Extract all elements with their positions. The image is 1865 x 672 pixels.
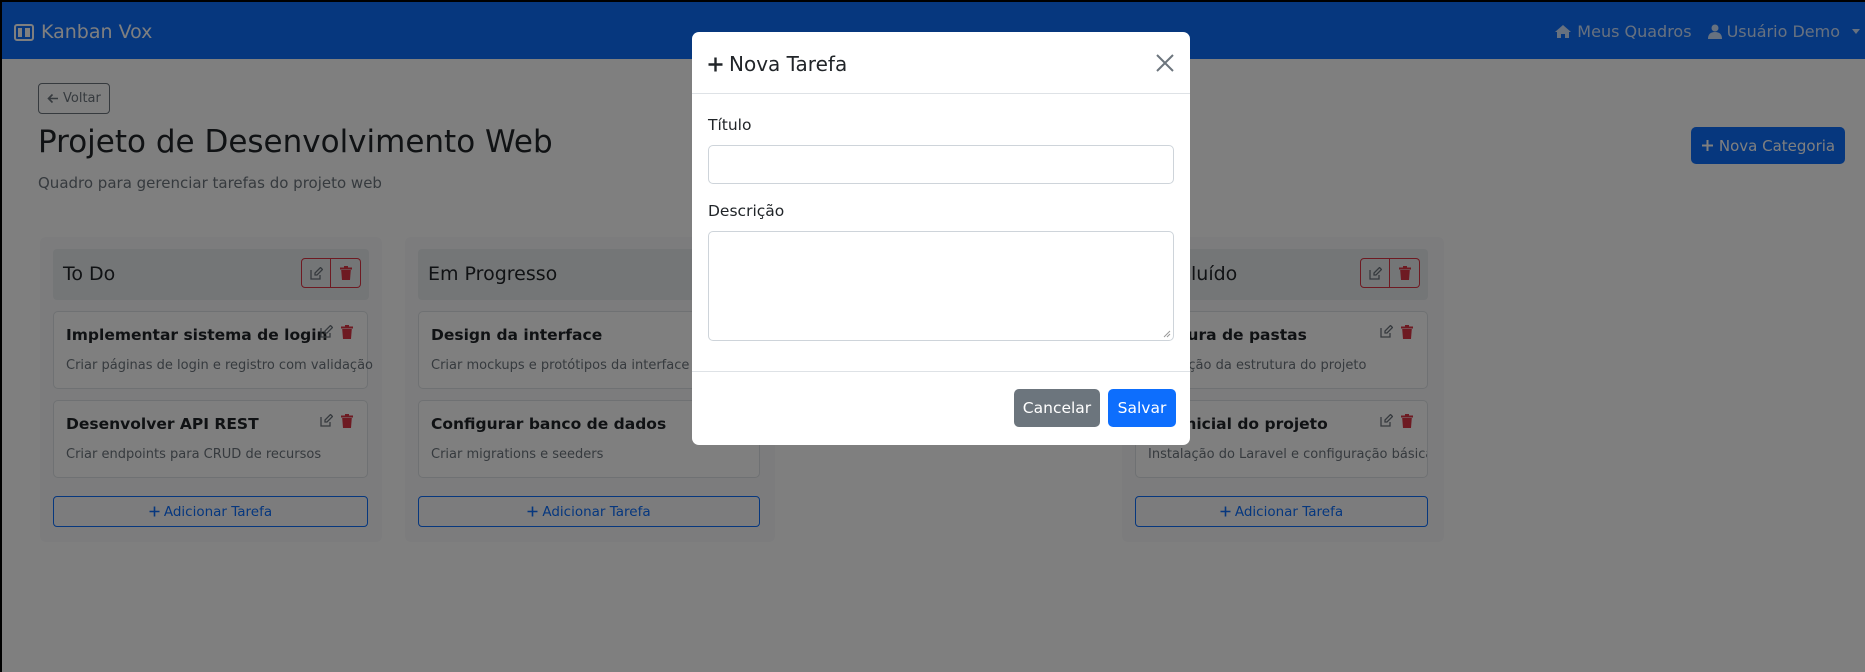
modal-title-label: Nova Tarefa <box>729 52 848 76</box>
title-field-label: Título <box>708 116 752 134</box>
title-input[interactable] <box>708 145 1174 184</box>
new-task-modal: Nova Tarefa Título Descrição Cancelar Sa… <box>692 32 1190 445</box>
modal-footer: Cancelar Salvar <box>692 371 1190 445</box>
close-icon[interactable] <box>1154 52 1176 74</box>
modal-header: Nova Tarefa <box>692 32 1190 94</box>
cancel-button[interactable]: Cancelar <box>1014 389 1100 427</box>
plus-icon <box>708 57 723 71</box>
resize-grip-icon[interactable] <box>1163 330 1171 338</box>
modal-title: Nova Tarefa <box>708 52 847 76</box>
page: Kanban Vox Meus Quadros Usuário Demo <box>2 2 1865 672</box>
description-field-label: Descrição <box>708 202 785 220</box>
save-button[interactable]: Salvar <box>1108 389 1176 427</box>
description-textarea[interactable] <box>708 231 1174 341</box>
